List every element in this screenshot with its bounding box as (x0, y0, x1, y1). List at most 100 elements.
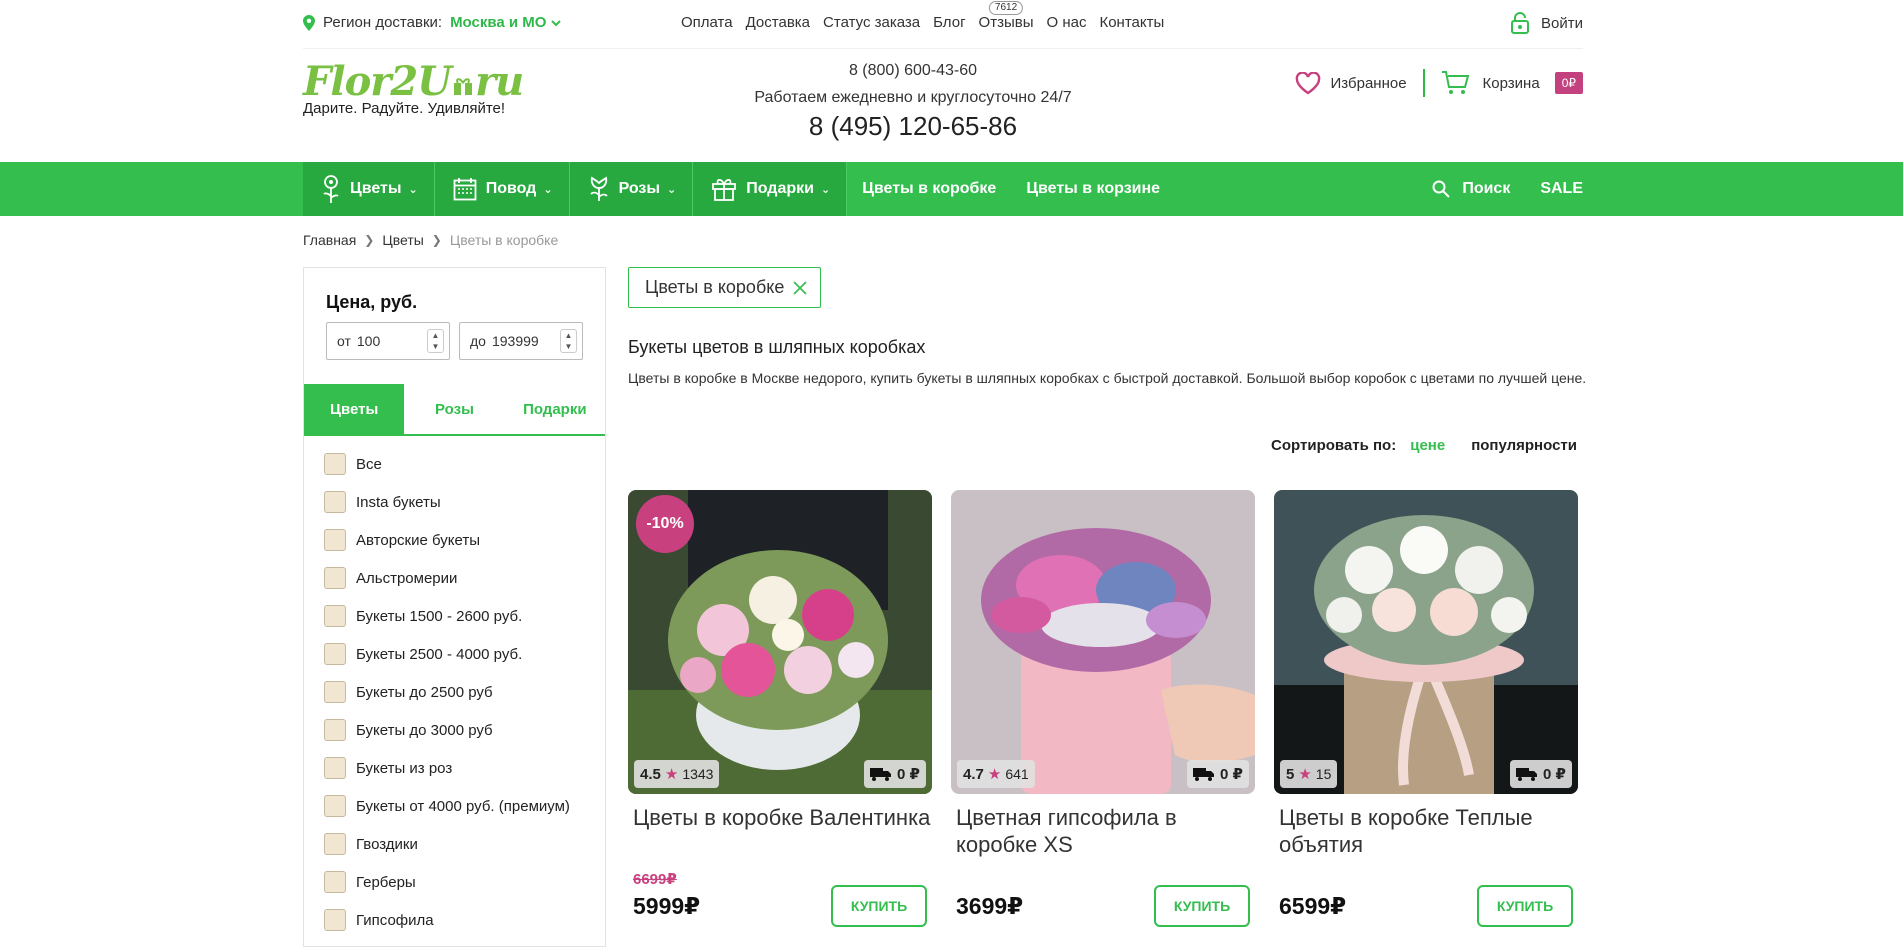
category-item[interactable]: Все (324, 445, 570, 483)
breadcrumb-home[interactable]: Главная (303, 232, 356, 248)
price-to-value: 193999 (491, 333, 539, 349)
menu-flowers-in-basket[interactable]: Цветы в корзине (1011, 162, 1175, 216)
checkbox[interactable] (324, 491, 346, 513)
category-item[interactable]: Букеты до 3000 руб (324, 711, 570, 749)
product-card[interactable]: 5 ★ 15 0 ₽ Цветы в коробке Теплые объятия … (1274, 490, 1578, 927)
menu-flowers[interactable]: Цветы ⌄ (303, 162, 435, 216)
nav-about[interactable]: О нас (1047, 14, 1087, 31)
checkbox[interactable] (324, 757, 346, 779)
category-item[interactable]: Гипсофила (324, 901, 570, 939)
old-price: 6699₽ (633, 871, 677, 888)
menu-gifts[interactable]: Подарки ⌄ (693, 162, 848, 216)
category-item[interactable]: Авторские букеты (324, 521, 570, 559)
region-value[interactable]: Москва и МО (450, 14, 546, 31)
favorites-button[interactable]: Избранное (1295, 69, 1425, 97)
category-item[interactable]: Букеты от 4000 руб. (премиум) (324, 787, 570, 825)
delivery-region[interactable]: Регион доставки: Москва и МО (303, 14, 562, 31)
rating-badge: 5 ★ 15 (1280, 760, 1338, 788)
login-button[interactable]: Войти (1511, 12, 1583, 34)
checkbox[interactable] (324, 529, 346, 551)
category-label: Альстромерии (356, 569, 458, 587)
nav-delivery[interactable]: Доставка (746, 14, 810, 31)
cart-label: Корзина (1482, 74, 1540, 92)
phone-toll-free[interactable]: 8 (800) 600-43-60 (748, 62, 1078, 80)
nav-reviews-label: Отзывы (978, 14, 1034, 31)
checkbox[interactable] (324, 643, 346, 665)
breadcrumb-flowers[interactable]: Цветы (382, 232, 423, 248)
chevron-right-icon: ❯ (431, 233, 442, 247)
product-price: 3699₽ (956, 893, 1024, 919)
tab-gifts[interactable]: Подарки (505, 384, 605, 434)
product-image[interactable]: 5 ★ 15 0 ₽ (1274, 490, 1578, 794)
buy-button[interactable]: КУПИТЬ (1477, 885, 1573, 927)
checkbox[interactable] (324, 567, 346, 589)
product-image[interactable]: -10% 4.5 ★ 1343 0 ₽ (628, 490, 932, 794)
product-name[interactable]: Цветы в коробке Теплые объятия (1274, 804, 1578, 864)
menu-flowers-in-box[interactable]: Цветы в коробке (847, 162, 1011, 216)
nav-contacts[interactable]: Контакты (1099, 14, 1164, 31)
category-label: Все (356, 455, 382, 473)
category-item[interactable]: Альстромерии (324, 559, 570, 597)
delivery-badge: 0 ₽ (1187, 760, 1249, 788)
category-item[interactable]: Герберы (324, 863, 570, 901)
sort-by-popularity[interactable]: популярности (1471, 437, 1577, 454)
page-description: Цветы в коробке в Москве недорого, купит… (628, 370, 1587, 386)
price-to-stepper[interactable]: ▲ ▼ (560, 329, 577, 353)
nav-order-status[interactable]: Статус заказа (823, 14, 920, 31)
tab-flowers[interactable]: Цветы (304, 384, 405, 434)
close-icon[interactable] (792, 280, 808, 296)
nav-reviews[interactable]: Отзывы 7612 (978, 1, 1034, 31)
product-card[interactable]: 4.7 ★ 641 0 ₽ Цветная гипсофила в коробке … (951, 490, 1255, 927)
price-to-input[interactable]: до 193999 ▲ ▼ (459, 322, 583, 360)
site-logo[interactable]: Flor2U ru Дарите. Радуйте. Удивляйте! (303, 60, 524, 118)
category-item[interactable]: Букеты из роз (324, 749, 570, 787)
menu-roses-label: Розы (618, 180, 661, 197)
product-name[interactable]: Цветы в коробке Валентинка (628, 804, 932, 864)
sort-by-price[interactable]: цене (1410, 437, 1445, 454)
reviews-count: 15 (1315, 766, 1332, 782)
category-item[interactable]: Гвоздики (324, 825, 570, 863)
contacts: 8 (800) 600-43-60 Работаем ежедневно и к… (748, 62, 1078, 142)
buy-button[interactable]: КУПИТЬ (1154, 885, 1250, 927)
menu-occasion[interactable]: Повод ⌄ (434, 162, 570, 216)
buy-button[interactable]: КУПИТЬ (831, 885, 927, 927)
cart-button[interactable]: Корзина 0₽ (1441, 70, 1583, 96)
nav-payment[interactable]: Оплата (681, 14, 733, 31)
product-image[interactable]: 4.7 ★ 641 0 ₽ (951, 490, 1255, 794)
cart-total-badge: 0₽ (1554, 72, 1583, 94)
checkbox[interactable] (324, 909, 346, 931)
checkbox[interactable] (324, 795, 346, 817)
checkbox[interactable] (324, 453, 346, 475)
tab-roses[interactable]: Розы (404, 384, 504, 434)
menu-roses[interactable]: Розы ⌄ (569, 162, 694, 216)
chevron-down-icon: ⌄ (820, 183, 831, 196)
category-item[interactable]: Букеты 1500 - 2600 руб. (324, 597, 570, 635)
price-from-stepper[interactable]: ▲ ▼ (427, 329, 444, 353)
search-icon (1432, 180, 1451, 198)
product-card[interactable]: -10% 4.5 ★ 1343 0 ₽ Цветы в коробке Валент… (628, 490, 932, 927)
sale-link[interactable]: SALE (1540, 180, 1583, 198)
rating-value: 4.5 (640, 765, 661, 783)
search-button[interactable]: Поиск (1432, 180, 1510, 198)
heart-icon (1295, 71, 1320, 94)
checkbox[interactable] (324, 833, 346, 855)
product-name[interactable]: Цветная гипсофила в коробке XS (951, 804, 1255, 864)
chevron-down-icon: ⌄ (543, 183, 553, 196)
product-photo-white-flowers-box (1274, 490, 1578, 794)
nav-blog[interactable]: Блог (933, 14, 965, 31)
category-tabs: Цветы Розы Подарки (304, 384, 605, 436)
category-item[interactable]: Букеты до 2500 руб (324, 673, 570, 711)
truck-icon (870, 768, 892, 781)
checkbox[interactable] (324, 681, 346, 703)
checkbox[interactable] (324, 719, 346, 741)
category-label: Герберы (356, 873, 416, 891)
price-from-input[interactable]: от 100 ▲ ▼ (326, 322, 450, 360)
checkbox[interactable] (324, 871, 346, 893)
category-label: Букеты 2500 - 4000 руб. (356, 645, 523, 663)
category-item[interactable]: Букеты 2500 - 4000 руб. (324, 635, 570, 673)
category-item[interactable]: Insta букеты (324, 483, 570, 521)
active-filter-chip[interactable]: Цветы в коробке (628, 267, 822, 308)
main-nav: Цветы ⌄ Повод ⌄ Розы ⌄ Подарки ⌄ Цветы в кор… (0, 162, 1903, 216)
phone-moscow[interactable]: 8 (495) 120-65-86 (748, 111, 1078, 142)
checkbox[interactable] (324, 605, 346, 627)
